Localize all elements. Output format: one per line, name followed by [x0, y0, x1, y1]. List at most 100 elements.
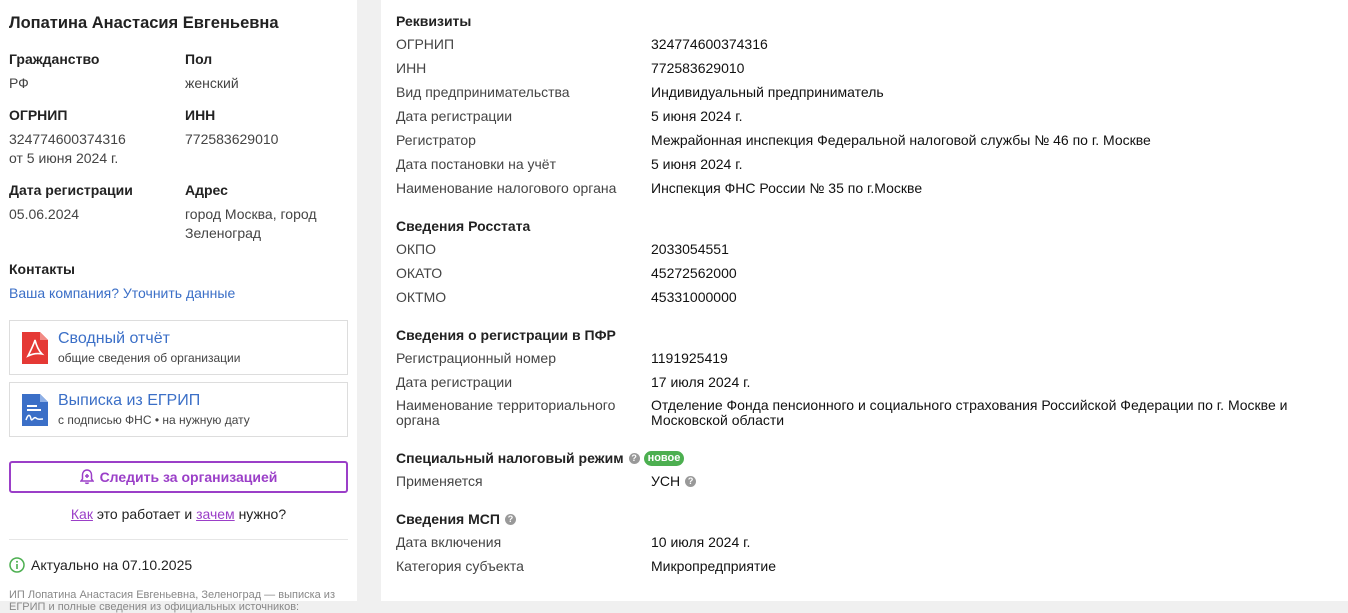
row-value: 10 июля 2024 г.: [651, 534, 751, 550]
section-title: Реквизиты: [396, 13, 472, 29]
egrip-extract-card[interactable]: Выписка из ЕГРИП с подписью ФНС • на нуж…: [9, 382, 348, 437]
table-row: Регистратор Межрайонная инспекция Федерал…: [396, 128, 1333, 152]
row-value: Микропредприятие: [651, 558, 776, 574]
person-details: Гражданство РФ Пол женский ОГРНИП 324774…: [9, 50, 348, 243]
row-key: ОКТМО: [396, 289, 447, 305]
row-value: 5 июня 2024 г.: [651, 156, 743, 172]
gender-value: женский: [185, 75, 239, 91]
update-data-link[interactable]: Ваша компания? Уточнить данные: [9, 285, 235, 301]
inn-label: ИНН: [185, 107, 216, 123]
inn-value: 772583629010: [185, 131, 279, 147]
table-row: Наименование налогового органа Инспекция …: [396, 176, 1333, 200]
citizenship-value: РФ: [9, 75, 29, 91]
row-value: 324774600374316: [651, 36, 768, 52]
row-value: 2033054551: [651, 241, 729, 257]
reg-date-value: 05.06.2024: [9, 206, 80, 222]
row-key: ОКАТО: [396, 265, 443, 281]
table-row: Применяется УСН ?: [396, 469, 1333, 493]
row-key: Категория субъекта: [396, 558, 524, 574]
summary-report-card[interactable]: Сводный отчёт общие сведения об организа…: [9, 320, 348, 375]
help-icon[interactable]: ?: [628, 452, 640, 464]
summary-report-subtitle: общие сведения об организации: [58, 351, 241, 365]
pfr-rows: Регистрационный номер 1191925419 Дата рег…: [396, 346, 1333, 432]
row-key: Дата постановки на учёт: [396, 156, 556, 172]
row-value: 1191925419: [651, 350, 728, 366]
row-key: Дата регистрации: [396, 108, 513, 124]
ogrnip-block: ОГРНИП 324774600374316 от 5 июня 2024 г.: [9, 106, 185, 168]
rosstat-section: Сведения Росстата ОКПО 2033054551 ОКАТО 45…: [396, 218, 1333, 309]
egrip-extract-title: Выписка из ЕГРИП: [58, 392, 201, 409]
gender-block: Пол женский: [185, 50, 341, 93]
row-key: Наименование налогового органа: [396, 180, 617, 196]
requisites-rows: ОГРНИП 324774600374316 ИНН 772583629010 Ви…: [396, 32, 1333, 200]
ogrnip-value-block: 324774600374316 от 5 июня 2024 г.: [9, 130, 185, 168]
row-key: Регистрационный номер: [396, 350, 556, 366]
row-key: Наименование территориального органа: [396, 397, 616, 428]
how-link[interactable]: Как: [71, 506, 93, 522]
msp-rows: Дата включения 10 июля 2024 г. Категория …: [396, 530, 1333, 578]
row-value: 5 июня 2024 г.: [651, 108, 743, 124]
info-icon: [9, 557, 25, 573]
row-value: 772583629010: [651, 60, 745, 76]
follow-organization-label: Следить за организацией: [99, 469, 278, 485]
why-link[interactable]: зачем: [196, 506, 235, 522]
msp-title: Сведения МСП ?: [396, 511, 1333, 527]
contacts-value: Ваша компания? Уточнить данные: [9, 284, 348, 303]
summary-report-title: Сводный отчёт: [58, 330, 170, 347]
row-key: ОГРНИП: [396, 36, 455, 52]
row-value: Индивидуальный предприниматель: [651, 84, 884, 100]
table-row: Дата регистрации 17 июля 2024 г.: [396, 370, 1333, 394]
row-key: Дата регистрации: [396, 374, 513, 390]
how-end-text: нужно?: [238, 506, 287, 522]
reg-date-label: Дата регистрации: [9, 182, 133, 198]
person-name: Лопатина Анастасия Евгеньевна: [9, 14, 279, 32]
actual-date: Актуально на 07.10.2025: [9, 557, 348, 573]
egrip-extract-subtitle: с подписью ФНС • на нужную дату: [58, 413, 250, 427]
row-value: УСН: [651, 473, 681, 489]
section-title: Сведения о регистрации в ПФР: [396, 327, 616, 343]
how-middle-text: это работает и: [96, 506, 193, 522]
table-row: ОКАТО 45272562000: [396, 261, 1333, 285]
tax-regime-title: Специальный налоговый режим ? новое: [396, 450, 1333, 466]
contacts-block: Контакты Ваша компания? Уточнить данные: [9, 260, 348, 303]
new-badge: новое: [643, 450, 685, 466]
pdf-icon: [22, 331, 48, 364]
egrip-extract-text: Выписка из ЕГРИП с подписью ФНС • на нуж…: [58, 391, 250, 428]
table-row: ОГРНИП 324774600374316: [396, 32, 1333, 56]
address-block: Адрес город Москва, город Зеленоград: [185, 181, 341, 243]
divider: [9, 539, 348, 540]
help-icon[interactable]: ?: [685, 475, 697, 487]
table-row: Дата регистрации 5 июня 2024 г.: [396, 104, 1333, 128]
tax-regime-rows: Применяется УСН ?: [396, 469, 1333, 493]
row-key: Вид предпринимательства: [396, 84, 570, 100]
right-panel: Реквизиты ОГРНИП 324774600374316 ИНН 77258…: [381, 0, 1348, 601]
address-label: Адрес: [185, 182, 228, 198]
table-row: Дата постановки на учёт 5 июня 2024 г.: [396, 152, 1333, 176]
row-value: 45272562000: [651, 265, 737, 281]
table-row: Дата включения 10 июля 2024 г.: [396, 530, 1333, 554]
msp-section: Сведения МСП ? Дата включения 10 июля 202…: [396, 511, 1333, 578]
help-icon[interactable]: ?: [504, 513, 516, 525]
address-value: город Москва, город Зеленоград: [185, 206, 317, 241]
row-value-block: УСН ?: [651, 469, 697, 493]
ogrnip-label: ОГРНИП: [9, 107, 68, 123]
left-panel: Лопатина Анастасия Евгеньевна Гражданств…: [0, 0, 357, 613]
row-key: Регистратор: [396, 132, 476, 148]
follow-organization-button[interactable]: Следить за организацией: [9, 461, 348, 493]
row-value: Отделение Фонда пенсионного и социальног…: [651, 397, 1288, 428]
citizenship-label: Гражданство: [9, 51, 100, 67]
row-key: Применяется: [396, 473, 483, 489]
section-title: Сведения Росстата: [396, 218, 531, 234]
section-title: Сведения МСП: [396, 511, 500, 527]
row-value: 45331000000: [651, 289, 737, 305]
summary-report-text: Сводный отчёт общие сведения об организа…: [58, 329, 240, 366]
tax-regime-section: Специальный налоговый режим ? новое Прим…: [396, 450, 1333, 493]
row-key: Дата включения: [396, 534, 502, 550]
requisites-section: Реквизиты ОГРНИП 324774600374316 ИНН 77258…: [396, 13, 1333, 200]
how-it-works: Как это работает и зачем нужно?: [9, 506, 348, 522]
row-value: Межрайонная инспекция Федеральной налого…: [651, 132, 1151, 148]
signed-document-icon: [22, 393, 48, 426]
contacts-label: Контакты: [9, 261, 76, 277]
row-value: Инспекция ФНС России № 35 по г.Москве: [651, 180, 923, 196]
rosstat-rows: ОКПО 2033054551 ОКАТО 45272562000 ОКТМО 453…: [396, 237, 1333, 309]
